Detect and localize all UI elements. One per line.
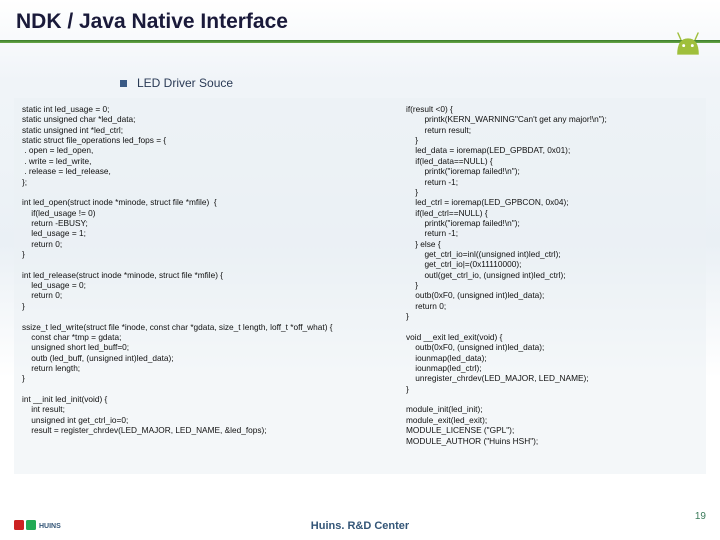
android-icon xyxy=(670,28,706,56)
title-underline xyxy=(0,40,720,43)
code-right-column: if(result <0) { printk(KERN_WARNING"Can'… xyxy=(398,98,706,474)
bullet-text: LED Driver Souce xyxy=(137,76,233,90)
bullet-icon xyxy=(120,80,127,87)
page-title: NDK / Java Native Interface xyxy=(16,10,288,34)
code-block: static int led_usage = 0; static unsigne… xyxy=(14,98,706,474)
code-left-column: static int led_usage = 0; static unsigne… xyxy=(14,98,398,474)
bullet-heading: LED Driver Souce xyxy=(120,76,233,90)
slide: NDK / Java Native Interface LED Driver S… xyxy=(0,0,720,540)
page-number: 19 xyxy=(695,511,706,522)
footer-text: Huins. R&D Center xyxy=(0,520,720,532)
